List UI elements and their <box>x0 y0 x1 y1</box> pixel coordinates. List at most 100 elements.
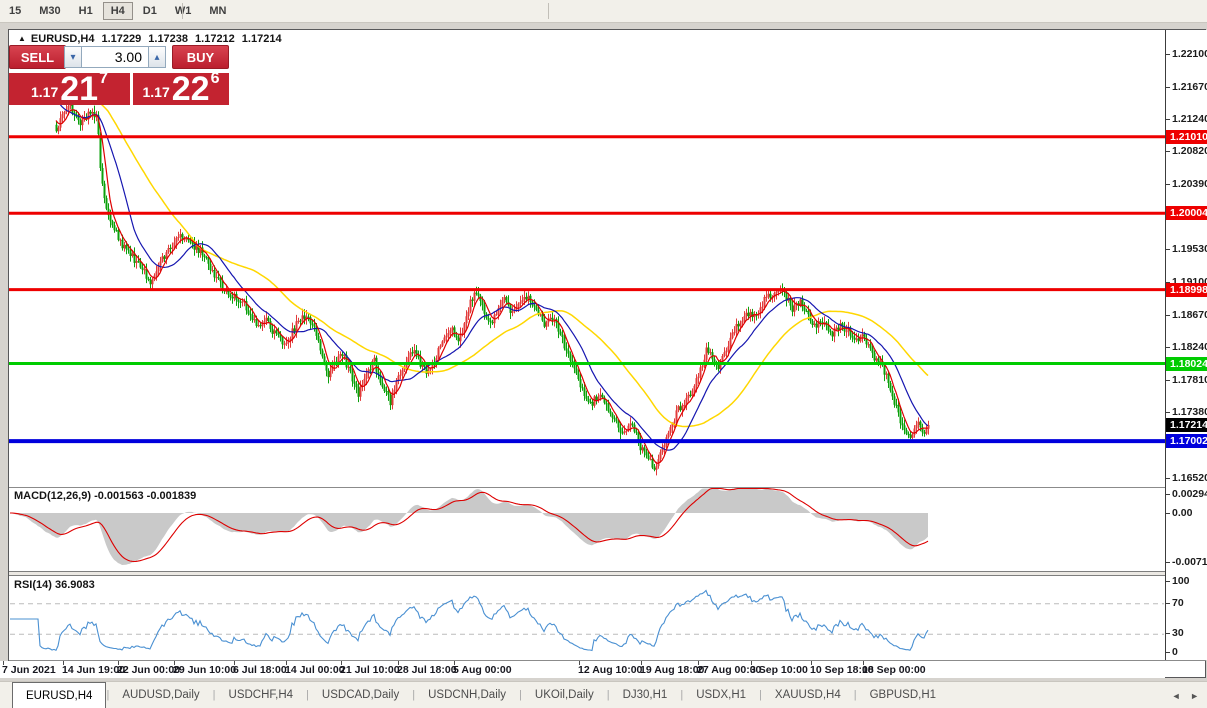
timeframe-button-mn[interactable]: MN <box>201 2 234 20</box>
time-axis[interactable]: 7 Jun 2021 14 Jun 19:0022 Jun 00:0029 Jun… <box>0 661 1165 678</box>
price-tick-label: 1.17380 <box>1172 406 1207 418</box>
price-axis[interactable]: 1.221001.216701.212401.208201.203901.199… <box>1166 30 1207 660</box>
chart-tabs: EURUSD,H4|AUDUSD,Daily|USDCHF,H4|USDCAD,… <box>12 682 949 708</box>
chart-tab-ukoil[interactable]: UKOil,Daily <box>522 682 607 708</box>
chart-tab-gbpusd[interactable]: GBPUSD,H1 <box>857 682 949 708</box>
chart-tab-usdx[interactable]: USDX,H1 <box>683 682 759 708</box>
time-tick-label: 14 Jul 00:00 <box>285 664 345 676</box>
price-tick <box>1166 478 1170 479</box>
price-tick-label: 1.17810 <box>1172 374 1207 386</box>
rsi-label: RSI(14) 36.9083 <box>14 579 95 591</box>
chart-tab-bar: EURUSD,H4|AUDUSD,Daily|USDCHF,H4|USDCAD,… <box>0 681 1207 708</box>
level-price-label: 1.18998 <box>1166 283 1207 297</box>
ohlc-close: 1.17214 <box>242 33 282 45</box>
chart-tab-usdcnh[interactable]: USDCNH,Daily <box>415 682 519 708</box>
time-tick-label: 21 Jul 10:00 <box>340 664 400 676</box>
sell-button[interactable]: SELL <box>9 45 66 69</box>
toolbar-separator <box>548 3 549 19</box>
time-tick-label: 28 Jul 18:00 <box>397 664 457 676</box>
time-tick-label: 5 Aug 00:00 <box>453 664 512 676</box>
rsi-axis-tick <box>1166 603 1170 604</box>
sell-price-prefix: 1.17 <box>31 84 58 100</box>
tabs-scroll-right-icon[interactable]: ► <box>1190 691 1199 701</box>
price-tick <box>1166 54 1170 55</box>
rsi-axis-label: 0 <box>1172 646 1178 658</box>
macd-axis-label: 0.00 <box>1172 507 1192 519</box>
price-tick-label: 1.18240 <box>1172 341 1207 353</box>
volume-increase-button[interactable]: ▴ <box>148 46 166 68</box>
rsi-axis-tick <box>1166 652 1170 653</box>
timeframe-buttons: 15M30H1H4D1W1MN <box>0 2 235 20</box>
timeframe-button-m30[interactable]: M30 <box>31 2 68 20</box>
collapse-quote-icon[interactable]: ▲ <box>18 34 26 43</box>
chart-tab-eurusd[interactable]: EURUSD,H4 <box>12 682 106 708</box>
current-price-label: 1.17214 <box>1166 418 1207 432</box>
time-tick-label: 12 Aug 10:00 <box>578 664 642 676</box>
price-tick <box>1166 249 1170 250</box>
tab-scroll-arrows: ◄ ► <box>1165 691 1199 701</box>
buy-button[interactable]: BUY <box>172 45 229 69</box>
time-tick-label: 6 Jul 18:00 <box>233 664 287 676</box>
mt4-terminal: 15M30H1H4D1W1MN ▲EURUSD,H41.172291.17238… <box>0 0 1207 708</box>
chart-tab-usdcad[interactable]: USDCAD,Daily <box>309 682 412 708</box>
level-price-label: 1.17002 <box>1166 434 1207 448</box>
timeframe-button-15[interactable]: 15 <box>1 2 29 20</box>
tabs-scroll-left-icon[interactable]: ◄ <box>1172 691 1181 701</box>
price-tick-label: 1.19530 <box>1172 243 1207 255</box>
volume-decrease-button[interactable]: ▾ <box>64 46 82 68</box>
price-tick-label: 1.21670 <box>1172 81 1207 93</box>
level-price-label: 1.18024 <box>1166 357 1207 371</box>
panel-separator <box>9 487 1206 488</box>
chart-tab-usdchf[interactable]: USDCHF,H4 <box>216 682 307 708</box>
sell-price-big: 21 <box>60 74 98 105</box>
macd-label: MACD(12,26,9) -0.001563 -0.001839 <box>14 490 196 502</box>
time-tick-label: 7 Jun 2021 <box>2 664 56 676</box>
sell-quote[interactable]: 1.17 21 7 <box>9 71 130 105</box>
price-tick-label: 1.18670 <box>1172 309 1207 321</box>
price-tick-label: 1.21240 <box>1172 113 1207 125</box>
time-tick-label: 14 Jun 19:00 <box>62 664 125 676</box>
buy-price-prefix: 1.17 <box>143 84 170 100</box>
buy-price-pip: 6 <box>211 70 220 88</box>
macd-axis-tick <box>1166 562 1170 563</box>
price-tick <box>1166 184 1170 185</box>
toolbar-separator <box>182 3 183 19</box>
level-price-label: 1.20004 <box>1166 206 1207 220</box>
price-tick-label: 1.16520 <box>1172 472 1207 484</box>
time-tick-label: 22 Jun 00:00 <box>117 664 180 676</box>
timeframe-button-d1[interactable]: D1 <box>135 2 165 20</box>
chart-tab-dj30[interactable]: DJ30,H1 <box>610 682 681 708</box>
time-tick-label: 19 Aug 18:00 <box>640 664 704 676</box>
macd-axis-tick <box>1166 494 1170 495</box>
volume-input[interactable] <box>81 46 149 68</box>
timeframe-button-h4[interactable]: H4 <box>103 2 133 20</box>
level-price-label: 1.21010 <box>1166 130 1207 144</box>
timeframe-button-w1[interactable]: W1 <box>167 2 200 20</box>
rsi-axis-tick <box>1166 633 1170 634</box>
rsi-axis-label: 30 <box>1172 627 1184 639</box>
rsi-axis-label: 70 <box>1172 597 1184 609</box>
chart-tab-xauusd[interactable]: XAUUSD,H4 <box>762 682 854 708</box>
one-click-trading-panel: SELL ▾ ▴ BUY 1.17 21 7 1.17 22 6 <box>9 44 229 105</box>
price-tick <box>1166 315 1170 316</box>
price-tick-label: 1.20820 <box>1172 145 1207 157</box>
chart-tab-audusd[interactable]: AUDUSD,Daily <box>109 682 212 708</box>
price-tick <box>1166 412 1170 413</box>
rsi-indicator-plot[interactable] <box>9 576 1165 659</box>
price-tick <box>1166 151 1170 152</box>
macd-axis-label: -0.00715 <box>1172 556 1207 568</box>
sell-price-pip: 7 <box>99 70 108 88</box>
price-tick <box>1166 119 1170 120</box>
price-tick <box>1166 87 1170 88</box>
price-tick <box>1166 347 1170 348</box>
macd-axis-label: 0.002947 <box>1172 488 1207 500</box>
panel-splitter[interactable] <box>9 571 1206 576</box>
time-tick-label: 3 Sep 10:00 <box>750 664 808 676</box>
timeframe-button-h1[interactable]: H1 <box>71 2 101 20</box>
macd-axis-tick <box>1166 513 1170 514</box>
buy-quote[interactable]: 1.17 22 6 <box>133 71 229 105</box>
rsi-axis-label: 100 <box>1172 575 1190 587</box>
time-tick-label: 29 Jun 10:00 <box>173 664 236 676</box>
price-tick-label: 1.20390 <box>1172 178 1207 190</box>
time-tick-label: 18 Sep 00:00 <box>862 664 926 676</box>
